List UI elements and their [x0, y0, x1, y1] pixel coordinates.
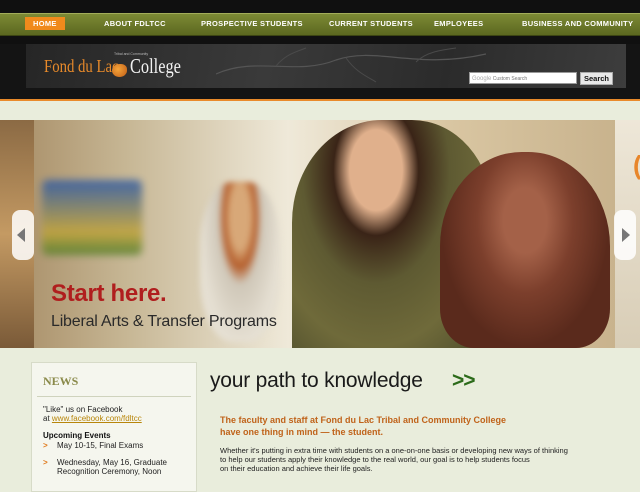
branch-decoration: [216, 47, 486, 83]
college-logo[interactable]: Fond du Lac Tribal and Community College: [44, 50, 184, 84]
hero-subtitle: Liberal Arts & Transfer Programs: [51, 313, 277, 330]
facebook-link-line: at www.facebook.com/fdltcc: [43, 414, 142, 423]
header-divider: [0, 99, 640, 101]
hero-title: Start here.: [51, 280, 167, 307]
slide-next-button[interactable]: [614, 210, 636, 260]
facebook-text: "Like" us on Facebook: [43, 405, 123, 414]
nav-prospective-students[interactable]: Prospective Students: [201, 13, 303, 34]
chevron-left-icon: [17, 228, 25, 242]
hero-clay-bust: [440, 152, 610, 348]
facebook-at: at: [43, 414, 50, 423]
next-slide-fragment: (: [633, 150, 640, 181]
search-input[interactable]: Google Custom Search: [469, 72, 577, 84]
logo-text-fond-du-lac: Fond du Lac: [44, 56, 119, 76]
logo-text-college: College: [130, 54, 181, 78]
nav-about[interactable]: About FDLTCC: [104, 13, 166, 34]
news-divider: [37, 396, 191, 397]
event-text: May 10-15, Final Exams: [57, 441, 144, 450]
heading-arrows[interactable]: >>: [452, 369, 476, 393]
google-label: Google: [472, 76, 492, 82]
news-title: NEWS: [43, 374, 79, 388]
body-paragraph: Whether it's putting in extra time with …: [220, 446, 590, 473]
intro-text: The faculty and staff at Fond du Lac Tri…: [220, 414, 540, 438]
event-text-line2: Recognition Ceremony, Noon: [57, 467, 162, 476]
nav-home[interactable]: Home: [25, 17, 65, 30]
bullet-arrow-icon: >: [43, 458, 48, 467]
event-text: Wednesday, May 16, Graduate: [57, 458, 167, 467]
search-placeholder: Custom Search: [492, 76, 528, 82]
intro-line: have one thing in mind — the student.: [220, 427, 384, 437]
body-line: on their education and achieve their lif…: [220, 464, 373, 473]
facebook-link[interactable]: www.facebook.com/fdltcc: [52, 414, 142, 423]
news-panel: NEWS "Like" us on Facebook at www.facebo…: [31, 362, 197, 492]
nav-employees[interactable]: Employees: [434, 13, 483, 34]
upcoming-events-title: Upcoming Events: [43, 431, 111, 440]
body-line: Whether it's putting in extra time with …: [220, 446, 568, 455]
nav-current-students[interactable]: Current Students: [329, 13, 413, 34]
search-button[interactable]: Search: [580, 72, 613, 85]
nav-business-community[interactable]: Business and Community: [522, 13, 633, 34]
intro-line: The faculty and staff at Fond du Lac Tri…: [220, 415, 507, 425]
hero-shelf-blur: [42, 180, 142, 255]
bullet-arrow-icon: >: [43, 441, 48, 450]
main-heading: your path to knowledge: [210, 369, 423, 392]
palette-icon: [112, 64, 127, 77]
body-line: to help our students apply their knowled…: [220, 455, 530, 464]
slide-prev-button[interactable]: [12, 210, 34, 260]
chevron-right-icon: [622, 228, 630, 242]
